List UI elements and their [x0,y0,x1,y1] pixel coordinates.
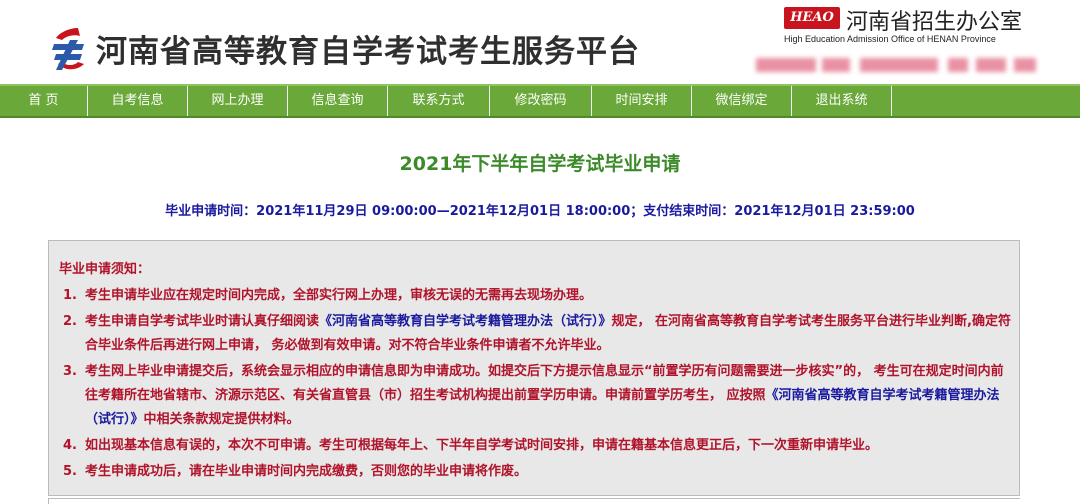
list-item: 2. 考生申请自学考试毕业时请认真仔细阅读《河南省高等教育自学考试考籍管理办法（… [63,314,1011,353]
list-item: 5. 考生申请成功后，请在毕业申请时间内完成缴费，否则您的毕业申请将作废。 [63,464,528,479]
site-logo-icon [52,28,84,70]
nav-item-change-password[interactable]: 修改密码 [490,86,592,116]
page-title: 2021年下半年自学考试毕业申请 [399,153,681,175]
nav-item-wechat-bind[interactable]: 微信绑定 [692,86,792,116]
list-item: 3. 考生网上毕业申请提交后，系统会显示相应的申请信息即为申请成功。如提交后下方… [63,364,1004,427]
nav-item-info-query[interactable]: 信息查询 [288,86,388,116]
office-badge: HEAO [784,7,840,29]
office-brand: HEAO 河南省招生办公室 High Education Admission O… [784,4,1046,44]
nav-item-contact[interactable]: 联系方式 [388,86,490,116]
nav-item-online-service[interactable]: 网上办理 [188,86,288,116]
list-item: 1. 考生申请毕业应在规定时间内完成，全部实行网上办理，审核无误的无需再去现场办… [63,288,593,303]
nav-item-exam-info[interactable]: 自考信息 [88,86,188,116]
nav-item-logout[interactable]: 退出系统 [792,86,892,116]
list-item: 4. 如出现基本信息有误的，本次不可申请。考生可根据每年上、下半年自学考试时间安… [63,438,879,453]
office-english-name: High Education Admission Office of HENAN… [784,34,996,44]
main-nav: 首 页 自考信息 网上办理 信息查询 联系方式 修改密码 时间安排 微信绑定 退… [0,84,1080,118]
application-time-line: 毕业申请时间：2021年11月29日 09:00:00—2021年12月01日 … [165,204,915,219]
office-name: 河南省招生办公室 [846,10,1023,35]
nav-item-home[interactable]: 首 页 [0,86,88,116]
notice-title: 毕业申请须知： [59,262,151,277]
notice-list: 1. 考生申请毕业应在规定时间内完成，全部实行网上办理，审核无误的无需再去现场办… [63,284,1013,484]
notice-panel: 毕业申请须知： 1. 考生申请毕业应在规定时间内完成，全部实行网上办理，审核无误… [48,240,1020,496]
nav-item-schedule[interactable]: 时间安排 [592,86,692,116]
site-title: 河南省高等教育自学考试考生服务平台 [96,34,640,70]
site-header: 河南省高等教育自学考试考生服务平台 HEAO 河南省招生办公室 High Edu… [0,0,1080,84]
form-table-top [48,498,1020,504]
user-info-redacted [756,58,1036,72]
regulation-link[interactable]: 《河南省高等教育自学考试考籍管理办法（试行）》 [319,314,612,329]
